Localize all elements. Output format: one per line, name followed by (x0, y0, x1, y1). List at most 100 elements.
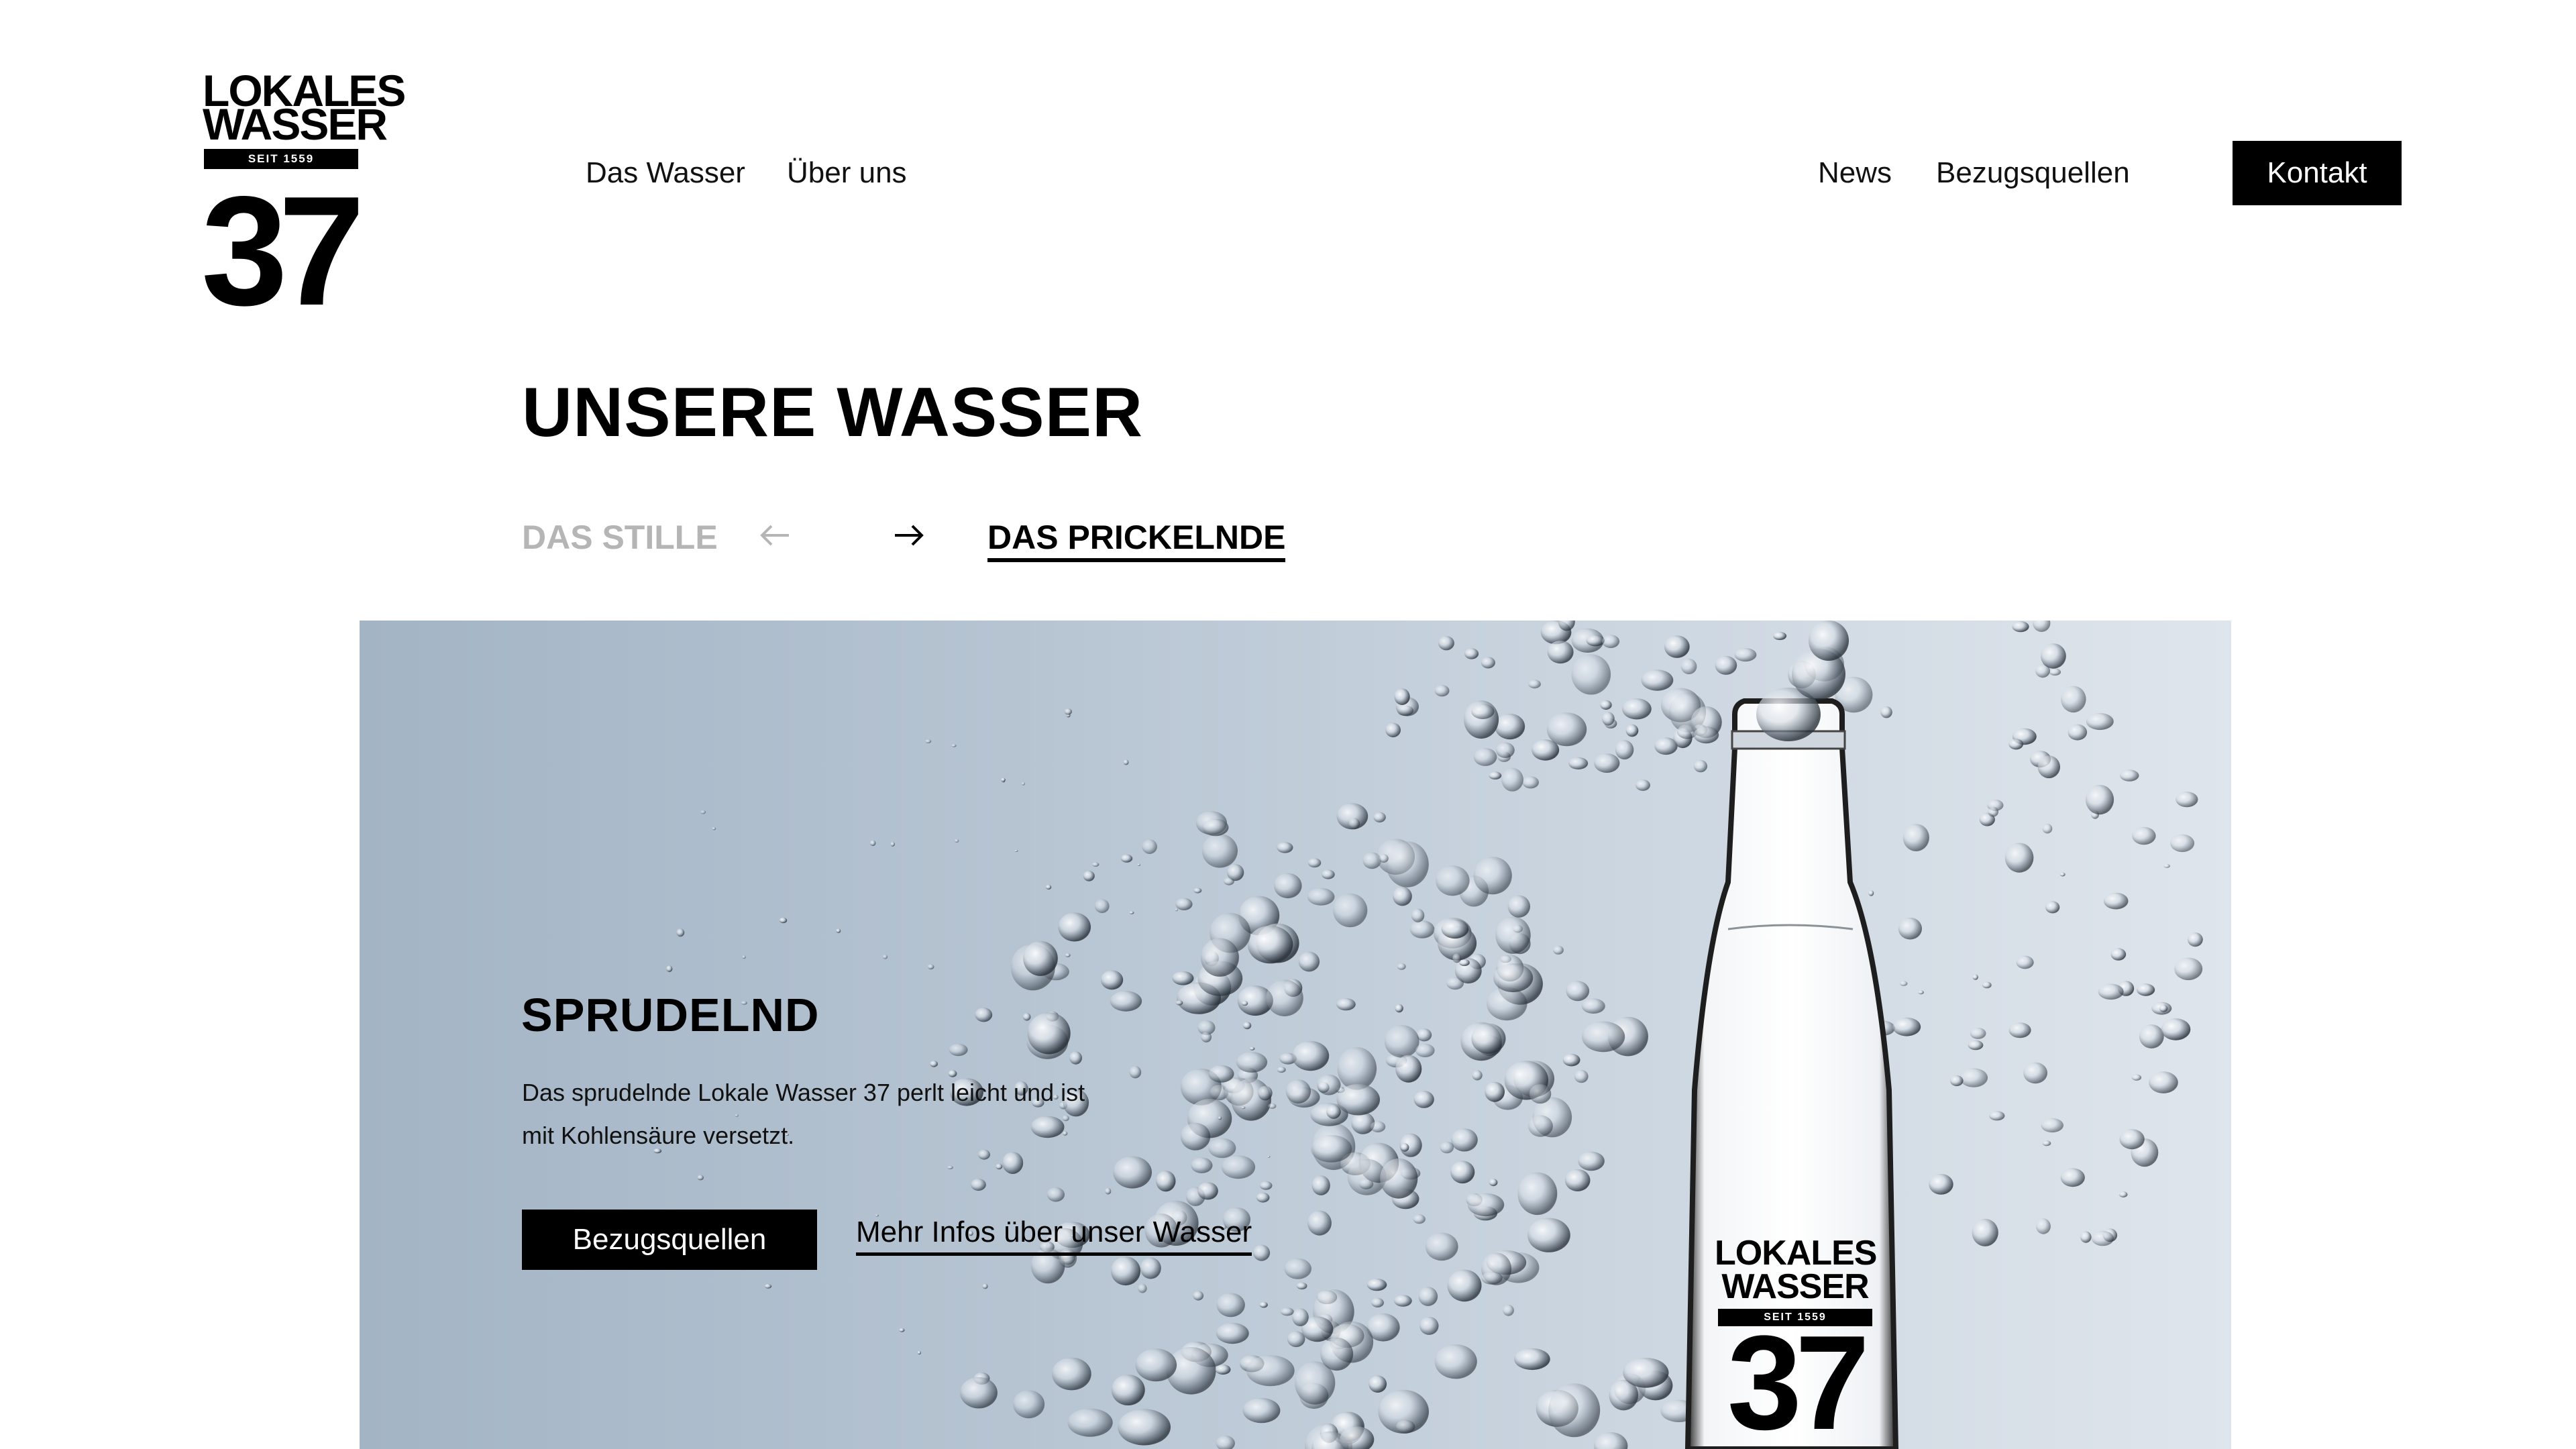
nav-bezugsquellen[interactable]: Bezugsquellen (1936, 156, 2130, 190)
bubble (2068, 724, 2088, 741)
bubble (1574, 1069, 1589, 1083)
bubble (1493, 963, 1534, 993)
bubble (1715, 655, 1737, 675)
hero-heading: SPRUDELND (521, 989, 820, 1041)
bubble (2098, 983, 2124, 1000)
bubble (1446, 977, 1464, 990)
bubble (1680, 658, 1697, 675)
bubble (1970, 1028, 1986, 1039)
bubble (2042, 1140, 2051, 1146)
bubble (2188, 932, 2203, 947)
bubble (1582, 1021, 1625, 1053)
bubble (2033, 621, 2051, 632)
logo-number: 37 (201, 164, 365, 338)
bubble (1064, 708, 1072, 715)
bubble (1532, 739, 1560, 761)
bubble (1773, 631, 1787, 641)
bubble (1664, 635, 1690, 658)
bubble (1311, 1175, 1330, 1195)
bubble (1292, 1040, 1330, 1071)
bubble (1243, 1022, 1252, 1030)
nav-news[interactable]: News (1818, 156, 1892, 190)
bubble (1395, 1004, 1403, 1013)
bubble (1564, 1169, 1591, 1191)
bubble (1635, 780, 1650, 791)
nav-ueber-uns[interactable]: Über uns (787, 156, 907, 190)
bubble (1067, 1408, 1113, 1437)
bubble (930, 1061, 938, 1067)
bubble (2110, 948, 2127, 961)
bubble (1337, 1047, 1377, 1090)
bubble (1380, 1158, 1418, 1199)
bubble (1180, 1122, 1211, 1150)
bubble (2045, 901, 2060, 914)
bubble (1415, 1044, 1435, 1057)
bubble (1336, 1083, 1380, 1116)
bubble (2103, 892, 2129, 910)
bubble (1322, 869, 1335, 879)
bubble (1110, 1256, 1141, 1286)
bubble (927, 964, 934, 970)
arrow-right-icon[interactable] (892, 522, 926, 549)
bubble (1370, 1121, 1386, 1132)
bubble (1972, 1218, 1998, 1246)
bubble (975, 1008, 993, 1022)
bubble (1892, 1017, 1921, 1036)
bubble (1440, 1141, 1454, 1154)
bubble (1481, 1271, 1503, 1285)
bubble (1501, 767, 1523, 792)
bubble (1451, 1128, 1478, 1152)
bubble (1898, 917, 1922, 940)
bubble (1625, 724, 1639, 737)
bubble (1413, 1214, 1426, 1224)
bubble (2176, 792, 2198, 808)
bubble (1517, 1172, 1558, 1216)
contact-button[interactable]: Kontakt (2233, 141, 2402, 205)
bubble (1216, 1323, 1249, 1344)
tab-das-prickelnde[interactable]: DAS PRICKELNDE (987, 518, 1286, 562)
bubble (1385, 722, 1401, 738)
bubble (1191, 1157, 1213, 1173)
bubble (917, 1350, 921, 1355)
bubble (2008, 739, 2024, 750)
bubble (1434, 1344, 1477, 1379)
bubble (1734, 648, 1757, 662)
bubble (2161, 1018, 2191, 1040)
bubble (1326, 1104, 1341, 1119)
bubble (1522, 776, 1539, 789)
bubble (1527, 1218, 1570, 1252)
bubble (1113, 1156, 1152, 1189)
brand-logo[interactable]: LOKALES WASSER SEIT 1559 37 (195, 68, 406, 329)
bubble (1602, 712, 1615, 726)
bubble (1900, 981, 1908, 986)
bubble (1411, 908, 1425, 922)
bubble (1266, 979, 1303, 1016)
bezugsquellen-button[interactable]: Bezugsquellen (522, 1210, 817, 1270)
bubble (869, 840, 876, 847)
bubble (1373, 812, 1386, 822)
bubble (1027, 1012, 1071, 1055)
bubble (1058, 912, 1091, 942)
bubble (1436, 865, 1470, 896)
bubble (1393, 886, 1412, 906)
bubble (1069, 1051, 1082, 1065)
bubble (836, 928, 841, 933)
arrow-left-icon[interactable] (758, 522, 792, 549)
bubble (1310, 1135, 1352, 1163)
bubble (1296, 1282, 1307, 1290)
bubble (1968, 1040, 1984, 1051)
bubble (1242, 1397, 1281, 1424)
bubble (925, 739, 932, 743)
tab-das-stille[interactable]: DAS STILLE (522, 518, 718, 557)
more-info-link[interactable]: Mehr Infos über unser Wasser (856, 1215, 1252, 1256)
bubble (947, 1165, 953, 1169)
bubble (2120, 769, 2139, 782)
bubble (1419, 1316, 1439, 1335)
bubble (1142, 839, 1157, 854)
bubble (1622, 698, 1652, 720)
bubble (1201, 1032, 1212, 1042)
bubble (1013, 1390, 1045, 1419)
bubble (1566, 981, 1590, 1002)
bubble (1317, 1074, 1341, 1095)
nav-das-wasser[interactable]: Das Wasser (586, 156, 745, 190)
